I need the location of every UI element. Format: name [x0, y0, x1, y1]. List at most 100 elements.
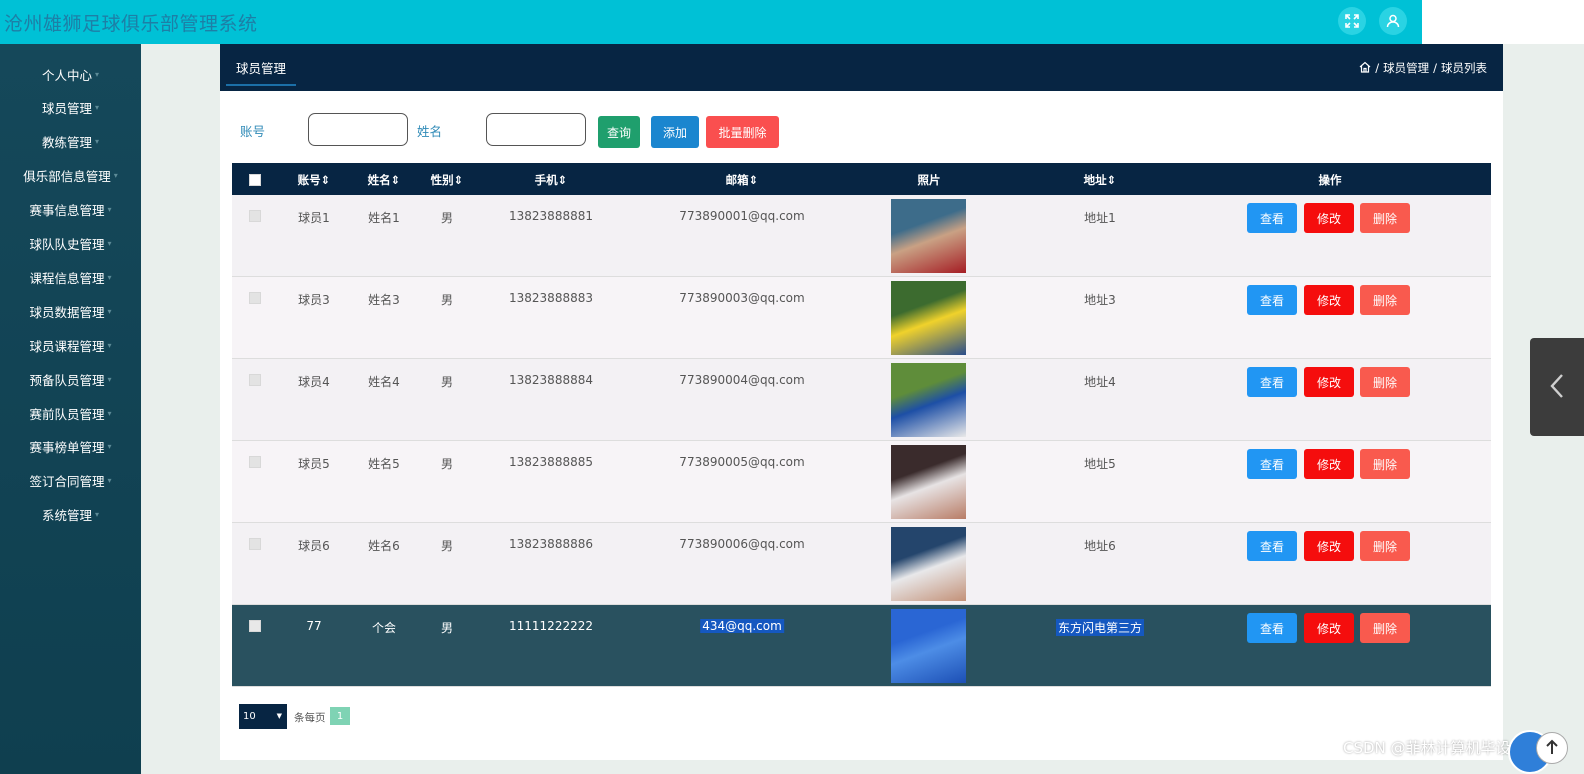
player-photo[interactable]	[891, 199, 966, 273]
sidebar-item-label: 预备队员管理	[29, 372, 105, 388]
table-row[interactable]: 77 个会 男 11111222222 434@qq.com 东方闪电第三方 查看 修改 删除	[232, 605, 1491, 687]
sidebar-item-course-info-management[interactable]: 课程信息管理 ▾	[0, 260, 141, 294]
player-photo[interactable]	[891, 281, 966, 355]
row-checkbox[interactable]	[249, 374, 261, 386]
table-row[interactable]: 球员6 姓名6 男 13823888886 773890006@qq.com 地址6 查看修…	[232, 523, 1491, 605]
cell-phone: 13823888886	[509, 537, 593, 551]
add-button[interactable]: 添加	[651, 116, 699, 148]
sidebar-item-coach-management[interactable]: 教练管理 ▾	[0, 125, 141, 159]
view-button[interactable]: 查看	[1247, 203, 1297, 233]
account-input[interactable]	[308, 113, 408, 146]
player-photo[interactable]	[891, 609, 966, 683]
sort-icon: ⇕	[320, 173, 331, 187]
chevron-down-icon: ▾	[107, 306, 112, 316]
chevron-down-icon: ▾	[95, 510, 100, 520]
sidebar: 个人中心 ▾ 球员管理 ▾ 教练管理 ▾ 俱乐部信息管理 ▾ 赛事信息管理 ▾ 球队队史管理 ▾ 课程信…	[0, 44, 141, 774]
select-all-checkbox[interactable]	[249, 174, 261, 186]
cell-phone: 13823888884	[509, 373, 593, 387]
view-button[interactable]: 查看	[1247, 449, 1297, 479]
name-label: 姓名	[417, 124, 443, 139]
header-name[interactable]: 姓名⇕	[368, 172, 401, 188]
row-checkbox[interactable]	[249, 456, 261, 468]
cell-gender: 男	[440, 375, 454, 389]
page-size-value: 10	[243, 711, 256, 722]
sidebar-item-personal-center[interactable]: 个人中心 ▾	[0, 57, 141, 91]
delete-button[interactable]: 删除	[1360, 449, 1410, 479]
page-number-current[interactable]: 1	[330, 707, 350, 725]
sidebar-item-player-data-management[interactable]: 球员数据管理 ▾	[0, 294, 141, 328]
chevron-down-icon: ▾	[95, 137, 100, 147]
delete-button[interactable]: 删除	[1360, 613, 1410, 643]
user-icon[interactable]	[1379, 7, 1407, 35]
page-size-select[interactable]: 10 ▼	[239, 704, 287, 729]
header-gender[interactable]: 性别⇕	[431, 172, 464, 188]
delete-button[interactable]: 删除	[1360, 203, 1410, 233]
sidebar-item-label: 赛事信息管理	[29, 203, 105, 219]
delete-button[interactable]: 删除	[1360, 531, 1410, 561]
sidebar-item-player-course-management[interactable]: 球员课程管理 ▾	[0, 328, 141, 362]
row-checkbox[interactable]	[249, 538, 261, 550]
player-photo[interactable]	[891, 363, 966, 437]
view-button[interactable]: 查看	[1247, 285, 1297, 315]
edit-button[interactable]: 修改	[1304, 285, 1354, 315]
sidebar-item-match-info-management[interactable]: 赛事信息管理 ▾	[0, 193, 141, 227]
chevron-down-icon: ▾	[107, 205, 112, 215]
fullscreen-icon[interactable]	[1338, 7, 1366, 35]
table-row[interactable]: 球员4 姓名4 男 13823888884 773890004@qq.com 地址4 查看修…	[232, 359, 1491, 441]
player-photo[interactable]	[891, 527, 966, 601]
chevron-down-icon: ▾	[107, 408, 112, 418]
top-header: 沧州雄狮足球俱乐部管理系统	[0, 0, 1422, 44]
sort-icon: ⇕	[453, 173, 464, 187]
cell-address: 东方闪电第三方	[1055, 619, 1145, 636]
chevron-left-icon	[1550, 373, 1564, 402]
sidebar-item-club-info-management[interactable]: 俱乐部信息管理 ▾	[0, 159, 141, 193]
table-row[interactable]: 球员1 姓名1 男 13823888881 773890001@qq.com 地址1 查看修…	[232, 195, 1491, 277]
chevron-down-icon: ▼	[276, 712, 282, 720]
row-checkbox[interactable]	[249, 292, 261, 304]
delete-button[interactable]: 删除	[1360, 367, 1410, 397]
edit-button[interactable]: 修改	[1304, 531, 1354, 561]
edit-button[interactable]: 修改	[1304, 449, 1354, 479]
row-checkbox[interactable]	[249, 620, 261, 632]
row-checkbox[interactable]	[249, 210, 261, 222]
sidebar-item-label: 球队队史管理	[29, 237, 105, 252]
cell-name: 姓名1	[368, 211, 400, 225]
header-email[interactable]: 邮箱⇕	[726, 172, 759, 188]
query-button[interactable]: 查询	[598, 116, 640, 148]
tab-player-management[interactable]: 球员管理	[226, 58, 297, 86]
breadcrumb-item-player-management[interactable]: 球员管理	[1383, 60, 1429, 76]
chevron-down-icon: ▾	[107, 340, 112, 350]
table-row[interactable]: 球员3 姓名3 男 13823888883 773890003@qq.com 地址3 查看修…	[232, 277, 1491, 359]
view-button[interactable]: 查看	[1247, 367, 1297, 397]
edit-button[interactable]: 修改	[1304, 367, 1354, 397]
sidebar-item-prematch-player-management[interactable]: 赛前队员管理 ▾	[0, 396, 141, 430]
name-input[interactable]	[486, 113, 586, 146]
sidebar-item-reserve-player-management[interactable]: 预备队员管理 ▾	[0, 362, 141, 396]
cell-name: 姓名4	[368, 375, 400, 389]
side-collapse-tab[interactable]	[1530, 338, 1584, 436]
edit-button[interactable]: 修改	[1304, 203, 1354, 233]
table-row[interactable]: 球员5 姓名5 男 13823888885 773890005@qq.com 地址5 查看修…	[232, 441, 1491, 523]
home-icon[interactable]	[1359, 61, 1371, 76]
player-photo[interactable]	[891, 445, 966, 519]
batch-delete-button[interactable]: 批量删除	[706, 116, 779, 148]
header-account[interactable]: 账号⇕	[298, 172, 331, 188]
sidebar-item-team-history-management[interactable]: 球队队史管理 ▾	[0, 227, 141, 261]
edit-button[interactable]: 修改	[1304, 613, 1354, 643]
sidebar-item-match-ranking-management[interactable]: 赛事榜单管理 ▾	[0, 430, 141, 464]
cell-email: 773890003@qq.com	[679, 291, 805, 305]
sidebar-item-player-management[interactable]: 球员管理 ▾	[0, 91, 141, 125]
sidebar-item-system-management[interactable]: 系统管理 ▾	[0, 498, 141, 532]
sidebar-item-label: 系统管理	[41, 508, 92, 524]
sidebar-item-contract-management[interactable]: 签订合同管理 ▾	[0, 464, 141, 498]
sort-icon: ⇕	[1106, 173, 1117, 187]
view-button[interactable]: 查看	[1247, 531, 1297, 561]
delete-button[interactable]: 删除	[1360, 285, 1410, 315]
cell-account: 球员3	[298, 293, 330, 307]
breadcrumb: / 球员管理 / 球员列表	[1359, 60, 1487, 76]
scroll-top-button[interactable]	[1536, 732, 1568, 764]
view-button[interactable]: 查看	[1247, 613, 1297, 643]
header-phone[interactable]: 手机⇕	[535, 172, 568, 188]
header-address[interactable]: 地址⇕	[1084, 172, 1117, 188]
sort-icon: ⇕	[748, 173, 759, 187]
